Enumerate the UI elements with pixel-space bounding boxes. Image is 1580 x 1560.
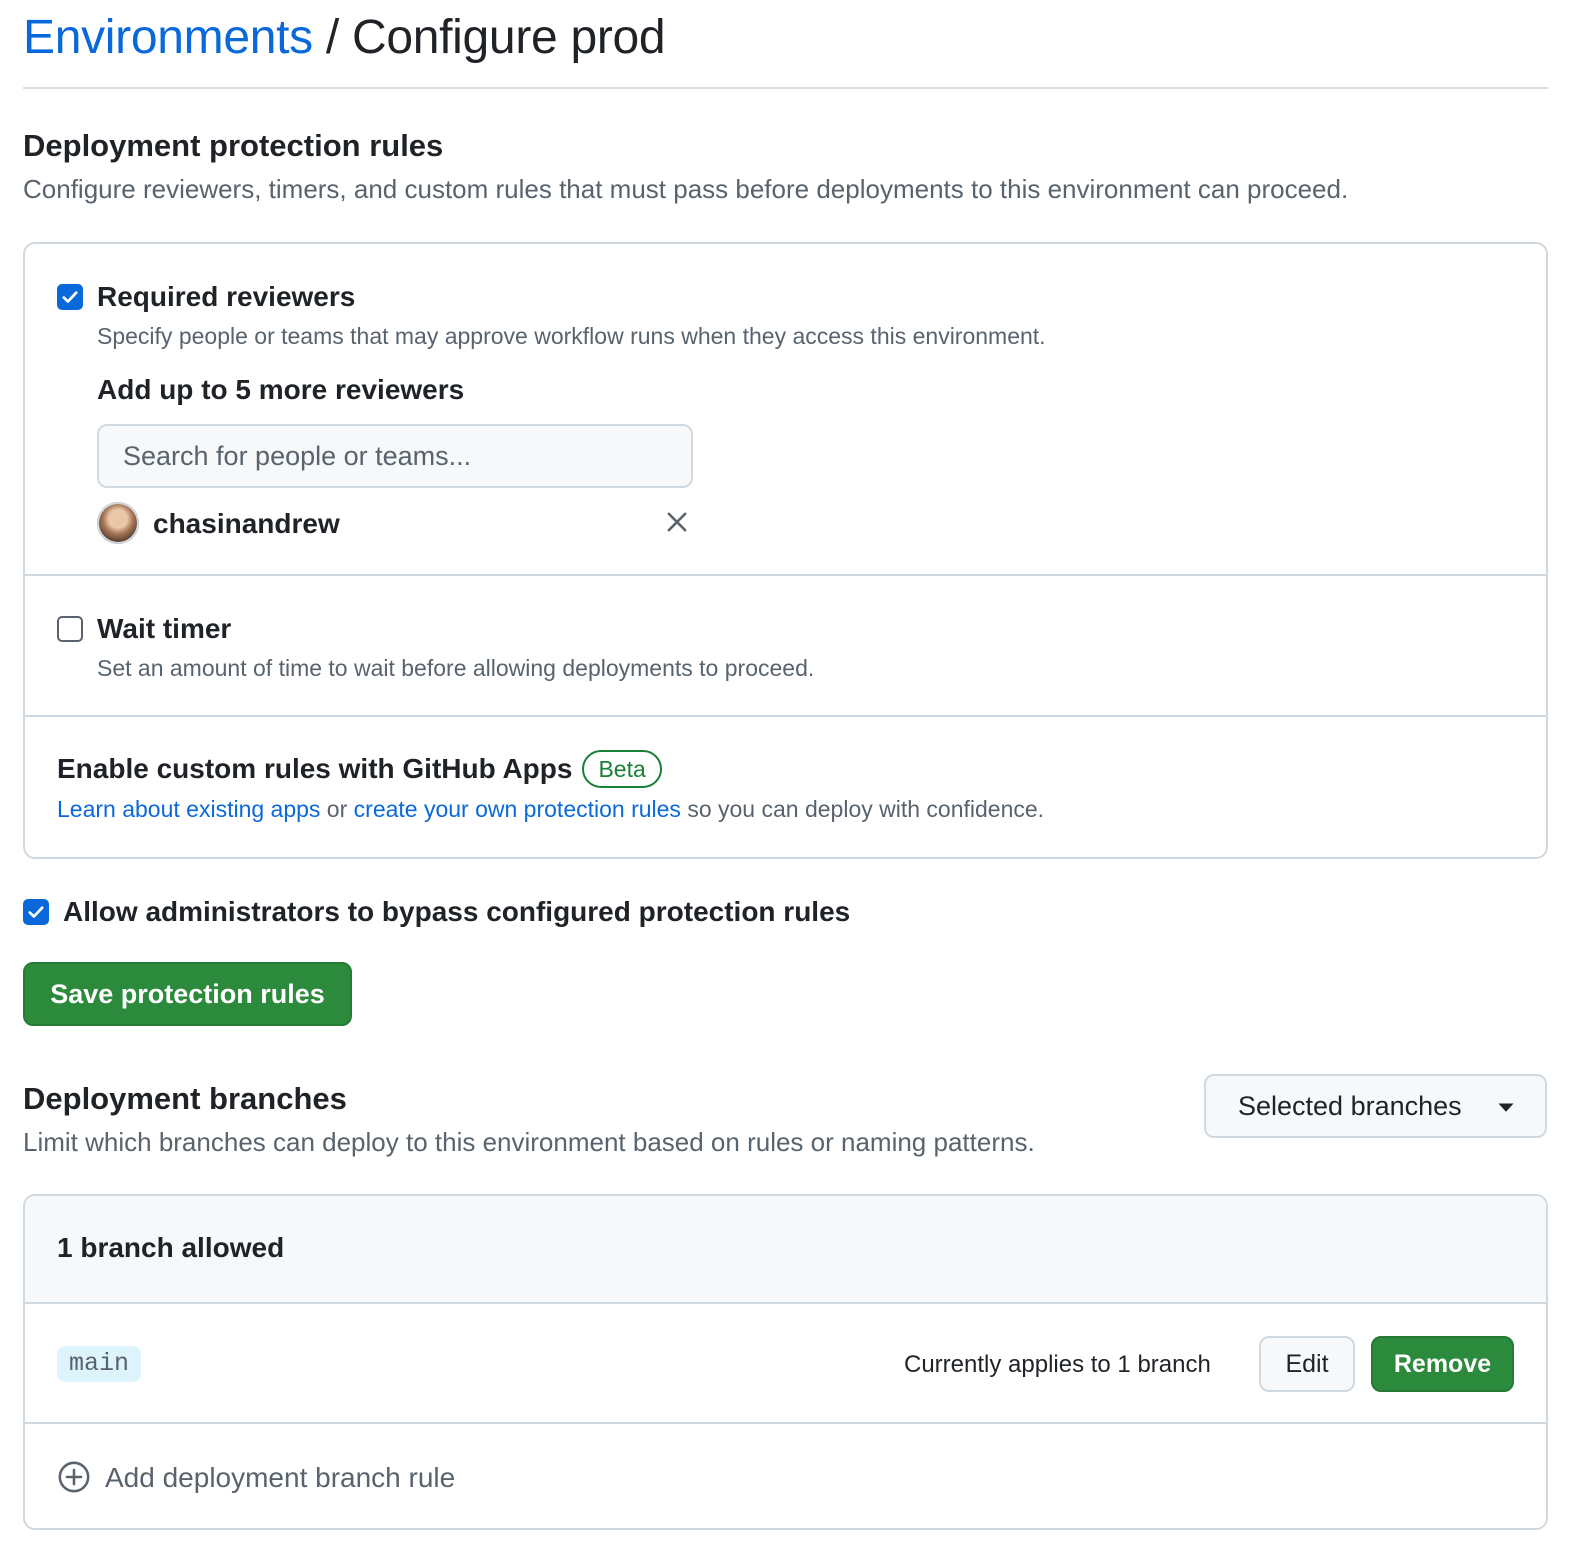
reviewer-name: chasinandrew [153,508,340,539]
custom-rules-suffix: so you can deploy with confidence. [680,796,1045,822]
save-protection-rules-button[interactable]: Save protection rules [23,962,352,1026]
protection-rules-box: Required reviewers Specify people or tea… [23,242,1548,859]
deployment-branches-box: 1 branch allowed main Currently applies … [23,1194,1548,1530]
create-protection-rules-link[interactable]: create your own protection rules [354,796,681,822]
beta-badge: Beta [582,749,662,788]
custom-rules-or-text: or [320,796,354,822]
wait-timer-checkbox[interactable] [57,616,83,642]
wait-timer-description: Set an amount of time to wait before all… [97,655,815,681]
breadcrumb-environments-link[interactable]: Environments [23,11,313,64]
deployment-branches-heading: Deployment branches [23,1081,347,1116]
add-deployment-branch-rule-button[interactable]: Add deployment branch rule [57,1458,455,1498]
required-reviewers-checkbox[interactable] [57,284,83,310]
triangle-down-icon [1498,1103,1514,1112]
admin-bypass-label: Allow administrators to bypass configure… [63,896,851,927]
custom-rules-title: Enable custom rules with GitHub Apps [57,753,573,784]
required-reviewers-row: Required reviewers Specify people or tea… [25,244,1546,576]
required-reviewers-label: Required reviewers [97,281,356,312]
custom-rules-row: Enable custom rules with GitHub Apps Beta… [25,717,1546,857]
wait-timer-row: Wait timer Set an amount of time to wait… [25,576,1546,717]
remove-branch-rule-button[interactable]: Remove [1371,1336,1514,1392]
branch-policy-dropdown[interactable]: Selected branches [1204,1074,1547,1138]
deployment-branches-description: Limit which branches can deploy to this … [23,1127,1035,1157]
check-icon [62,291,78,303]
page-title: Environments / Configure prod [23,6,666,70]
title-divider [23,87,1548,89]
branch-policy-value: Selected branches [1238,1090,1462,1121]
protection-rules-heading: Deployment protection rules [23,128,444,163]
close-icon[interactable] [663,508,691,536]
branch-applies-text: Currently applies to 1 branch [904,1351,1211,1378]
add-branch-rule-row: Add deployment branch rule [25,1424,1546,1528]
branch-rule-row: main Currently applies to 1 branch Edit … [25,1304,1546,1424]
reviewer-search-input[interactable] [97,424,693,488]
add-deployment-branch-rule-label: Add deployment branch rule [105,1462,456,1493]
add-reviewers-label: Add up to 5 more reviewers [97,374,465,405]
breadcrumb-separator: / [312,11,352,64]
branch-count-label: 1 branch allowed [57,1232,285,1263]
wait-timer-label: Wait timer [97,613,232,644]
custom-rules-description: Learn about existing apps or create your… [57,793,1044,825]
branch-pattern: main [57,1346,142,1382]
page: Environments / Configure prod Deployment… [0,0,1580,1560]
avatar [97,502,139,544]
custom-rules-label: Enable custom rules with GitHub Apps Beta [57,749,662,790]
check-icon [28,906,44,918]
breadcrumb-current: Configure prod [351,11,666,64]
edit-branch-rule-button[interactable]: Edit [1259,1336,1355,1392]
branch-count-header: 1 branch allowed [25,1196,1546,1304]
protection-rules-description: Configure reviewers, timers, and custom … [23,174,1349,204]
learn-existing-apps-link[interactable]: Learn about existing apps [57,796,320,822]
plus-circle-icon [58,1461,90,1493]
required-reviewers-description: Specify people or teams that may approve… [97,323,1046,349]
admin-bypass-checkbox[interactable] [23,899,49,925]
